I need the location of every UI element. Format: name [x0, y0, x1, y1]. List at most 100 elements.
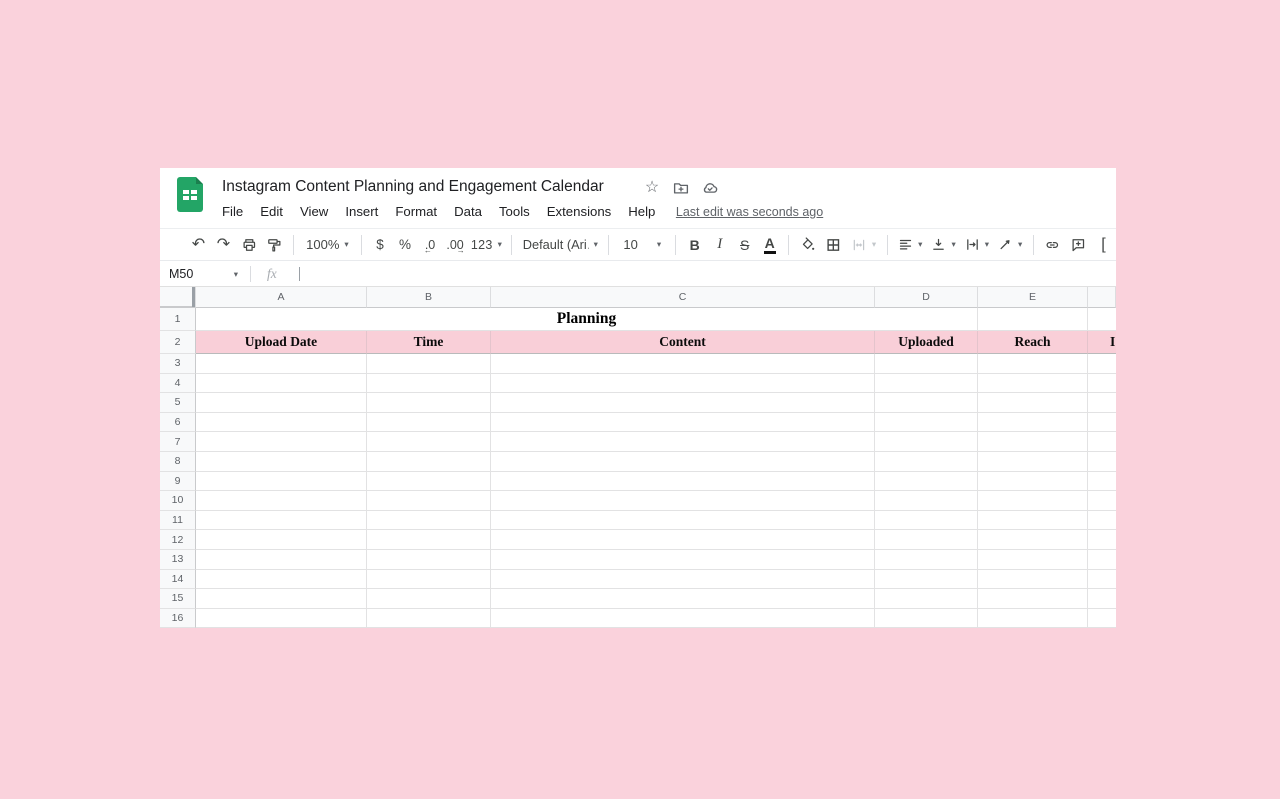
- cell[interactable]: [196, 354, 367, 374]
- row-number[interactable]: 8: [160, 451, 196, 472]
- cell[interactable]: [491, 510, 875, 531]
- text-rotation-button[interactable]: ▾: [995, 233, 1025, 257]
- cell[interactable]: [875, 471, 978, 492]
- cell-header-upload-date[interactable]: Upload Date: [196, 331, 367, 354]
- cell[interactable]: [196, 491, 367, 511]
- cell-planning-merged[interactable]: Planning: [196, 308, 978, 331]
- row-number[interactable]: 12: [160, 530, 196, 550]
- cell[interactable]: [196, 589, 367, 609]
- cell[interactable]: [978, 608, 1088, 628]
- column-header-e[interactable]: E: [978, 287, 1088, 308]
- cell[interactable]: [875, 530, 978, 550]
- cell[interactable]: [875, 412, 978, 433]
- vertical-align-button[interactable]: ▾: [928, 233, 958, 257]
- cell[interactable]: [367, 549, 491, 570]
- cell[interactable]: [367, 491, 491, 511]
- cell[interactable]: [367, 608, 491, 628]
- format-currency-button[interactable]: $: [369, 233, 391, 257]
- cell[interactable]: [491, 451, 875, 472]
- cell[interactable]: [196, 549, 367, 570]
- column-header-f-partial[interactable]: [1088, 287, 1116, 308]
- cell[interactable]: [367, 373, 491, 394]
- cell[interactable]: [1088, 354, 1116, 374]
- cell[interactable]: [1088, 510, 1116, 531]
- cell[interactable]: [1088, 393, 1116, 413]
- cell[interactable]: [875, 491, 978, 511]
- cell[interactable]: [491, 471, 875, 492]
- row-number[interactable]: 3: [160, 354, 196, 374]
- row-number[interactable]: 16: [160, 608, 196, 628]
- cell[interactable]: [491, 608, 875, 628]
- menu-file[interactable]: File: [222, 202, 252, 221]
- merge-cells-button[interactable]: ▾: [848, 233, 879, 257]
- cell[interactable]: [875, 354, 978, 374]
- print-button[interactable]: [238, 233, 261, 257]
- cell[interactable]: [491, 432, 875, 452]
- cell-header-time[interactable]: Time: [367, 331, 491, 354]
- cell[interactable]: [1088, 451, 1116, 472]
- cell[interactable]: [367, 530, 491, 550]
- cell[interactable]: [367, 471, 491, 492]
- row-number[interactable]: 7: [160, 432, 196, 452]
- cell[interactable]: [978, 510, 1088, 531]
- row-number[interactable]: 11: [160, 510, 196, 531]
- document-title[interactable]: Instagram Content Planning and Engagemen…: [222, 178, 604, 196]
- row-number[interactable]: 5: [160, 393, 196, 413]
- cell[interactable]: [196, 510, 367, 531]
- cell[interactable]: [491, 354, 875, 374]
- cell[interactable]: [875, 549, 978, 570]
- cell[interactable]: [491, 393, 875, 413]
- formula-input-caret[interactable]: [298, 267, 300, 281]
- menu-extensions[interactable]: Extensions: [538, 202, 620, 221]
- cell[interactable]: [367, 354, 491, 374]
- cell[interactable]: [978, 412, 1088, 433]
- star-icon[interactable]: ☆: [643, 179, 661, 197]
- row-number[interactable]: 2: [160, 331, 196, 354]
- menu-format[interactable]: Format: [387, 202, 446, 221]
- cell[interactable]: [491, 373, 875, 394]
- cell[interactable]: [978, 569, 1088, 590]
- cell[interactable]: [978, 530, 1088, 550]
- increase-decimal-button[interactable]: .00 →: [444, 233, 466, 257]
- sheets-logo-icon[interactable]: [177, 177, 203, 212]
- cell-header-uploaded[interactable]: Uploaded: [875, 331, 978, 354]
- italic-button[interactable]: I: [709, 233, 731, 257]
- row-number[interactable]: 9: [160, 471, 196, 492]
- cell[interactable]: [491, 530, 875, 550]
- insert-link-button[interactable]: [1041, 233, 1064, 257]
- more-formats-button[interactable]: 123 ▾: [469, 233, 504, 257]
- borders-button[interactable]: [822, 233, 845, 257]
- cell[interactable]: [875, 432, 978, 452]
- menu-help[interactable]: Help: [620, 202, 664, 221]
- row-number[interactable]: 1: [160, 308, 196, 331]
- strikethrough-button[interactable]: S: [734, 233, 756, 257]
- insert-chart-button-partial[interactable]: [: [1093, 233, 1115, 257]
- row-number[interactable]: 10: [160, 491, 196, 511]
- cell[interactable]: [978, 308, 1088, 331]
- name-box[interactable]: M50 ▾: [160, 267, 246, 281]
- text-wrap-button[interactable]: ▾: [962, 233, 992, 257]
- cell[interactable]: [1088, 308, 1116, 331]
- row-number[interactable]: 15: [160, 589, 196, 609]
- cell[interactable]: [196, 569, 367, 590]
- cell-header-content[interactable]: Content: [491, 331, 875, 354]
- cell[interactable]: [196, 471, 367, 492]
- horizontal-align-button[interactable]: ▾: [895, 233, 925, 257]
- format-percent-button[interactable]: %: [394, 233, 416, 257]
- cell[interactable]: [875, 393, 978, 413]
- cell[interactable]: [196, 608, 367, 628]
- cell[interactable]: [1088, 373, 1116, 394]
- cell[interactable]: [491, 412, 875, 433]
- column-header-b[interactable]: B: [367, 287, 491, 308]
- cell[interactable]: [875, 451, 978, 472]
- cell[interactable]: [491, 549, 875, 570]
- cell[interactable]: [1088, 491, 1116, 511]
- document-status-cloud-icon[interactable]: [701, 179, 719, 197]
- cell[interactable]: [875, 510, 978, 531]
- cell[interactable]: [1088, 432, 1116, 452]
- cell[interactable]: [491, 491, 875, 511]
- cell[interactable]: [875, 608, 978, 628]
- row-number[interactable]: 14: [160, 569, 196, 590]
- cell[interactable]: [875, 569, 978, 590]
- undo-button[interactable]: ↶: [188, 233, 210, 257]
